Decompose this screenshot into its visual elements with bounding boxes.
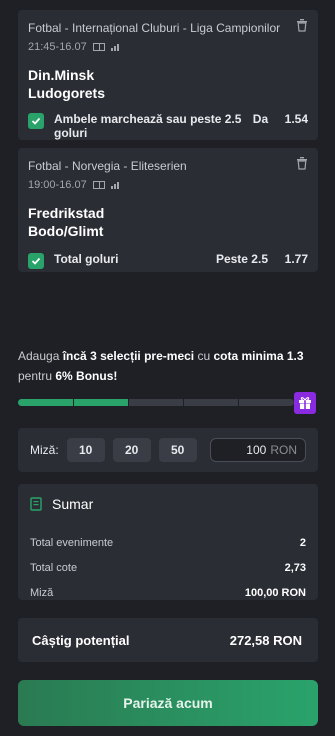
progress-tick [73, 399, 74, 406]
bet-selection: Total goluri Peste 2.5 1.77 [28, 252, 308, 269]
selection-pick: Peste 2.5 [215, 252, 268, 266]
away-team: Bodo/Glimt [28, 223, 104, 239]
bonus-message: Adauga încă 3 selecții pre-meci cu cota … [18, 346, 318, 386]
check-icon[interactable] [28, 113, 44, 129]
bet-meta: 21:45-16.07 [28, 41, 308, 53]
home-team: Fredrikstad [28, 205, 105, 221]
selection-odd: 1.77 [284, 252, 308, 266]
gift-icon[interactable] [294, 392, 316, 414]
summary-row-value: 100,00 RON [244, 586, 306, 599]
progress-tick [238, 399, 239, 406]
summary-row-value: 2 [299, 536, 306, 549]
selection-name: Total goluri [54, 252, 119, 266]
away-team: Ludogorets [28, 85, 105, 101]
bet-selection: Ambele marchează sau peste 2.5 goluri Da… [28, 112, 308, 140]
bet-meta: 19:00-16.07 [28, 179, 308, 191]
stake-input[interactable]: 100 RON [210, 438, 306, 462]
bonus-text-3: pentru [18, 369, 53, 383]
summary-panel: Sumar Total evenimente 2 Total cote 2,73… [18, 484, 318, 600]
pitch-icon [92, 43, 105, 51]
stake-value: 100 [246, 443, 267, 457]
potential-win-label: Câștig potențial [32, 632, 130, 648]
stake-label: Miză: [30, 443, 59, 457]
bonus-text-2: cu [197, 349, 211, 363]
stake-chip-10[interactable]: 10 [66, 438, 105, 462]
bet-datetime: 21:45-16.07 [28, 41, 87, 53]
summary-row-value: 2,73 [284, 561, 306, 574]
stats-icon[interactable] [110, 181, 119, 189]
stats-icon[interactable] [110, 43, 119, 51]
summary-row-label: Miză [30, 586, 54, 599]
bonus-bold-1: încă 3 selecții pre-meci [62, 349, 195, 363]
summary-row-label: Total evenimente [30, 536, 114, 549]
potential-win-value: 272,58 RON [229, 632, 302, 648]
summary-row: Total evenimente 2 [30, 530, 306, 555]
summary-book-icon [30, 497, 42, 511]
selection-name: Ambele marchează sau peste 2.5 goluri [54, 112, 242, 140]
bonus-progress-bar [18, 399, 294, 406]
summary-row: Total cote 2,73 [30, 555, 306, 580]
summary-row: Miză 100,00 RON [30, 580, 306, 605]
summary-row-label: Total cote [30, 561, 78, 574]
check-icon[interactable] [28, 253, 44, 269]
trash-icon[interactable] [296, 18, 308, 32]
summary-rows: Total evenimente 2 Total cote 2,73 Miză … [30, 530, 306, 605]
bet-league: Fotbal - Norvegia - Eliteserien [28, 159, 187, 173]
progress-tick [183, 399, 184, 406]
place-bet-button[interactable]: Pariază acum [18, 680, 318, 726]
trash-icon[interactable] [296, 156, 308, 170]
progress-tick [128, 399, 129, 406]
bet-card-1: Fotbal - Internațional Cluburi - Liga Ca… [18, 10, 318, 140]
stake-panel: Miză: 10 20 50 100 RON [18, 428, 318, 472]
bonus-text-1: Adauga [18, 349, 60, 363]
pitch-icon [92, 181, 105, 189]
selection-odd: 1.54 [284, 112, 308, 126]
bonus-bold-3: 6% Bonus! [55, 369, 118, 383]
summary-title: Sumar [52, 496, 94, 512]
selection-pick: Da [252, 112, 269, 126]
stake-currency: RON [270, 443, 297, 457]
home-team: Din.Minsk [28, 67, 95, 83]
potential-win: Câștig potențial 272,58 RON [18, 618, 318, 662]
stake-chip-20[interactable]: 20 [112, 438, 151, 462]
bonus-bold-2: cota minima 1.3 [213, 349, 304, 363]
bet-card-2: Fotbal - Norvegia - Eliteserien 19:00-16… [18, 148, 318, 272]
stake-chip-50[interactable]: 50 [158, 438, 197, 462]
bet-teams: Din.Minsk Ludogorets [28, 66, 308, 102]
summary-header[interactable]: Sumar [30, 494, 306, 514]
bet-league: Fotbal - Internațional Cluburi - Liga Ca… [28, 21, 281, 35]
bet-teams: Fredrikstad Bodo/Glimt [28, 204, 308, 240]
bet-datetime: 19:00-16.07 [28, 179, 87, 191]
